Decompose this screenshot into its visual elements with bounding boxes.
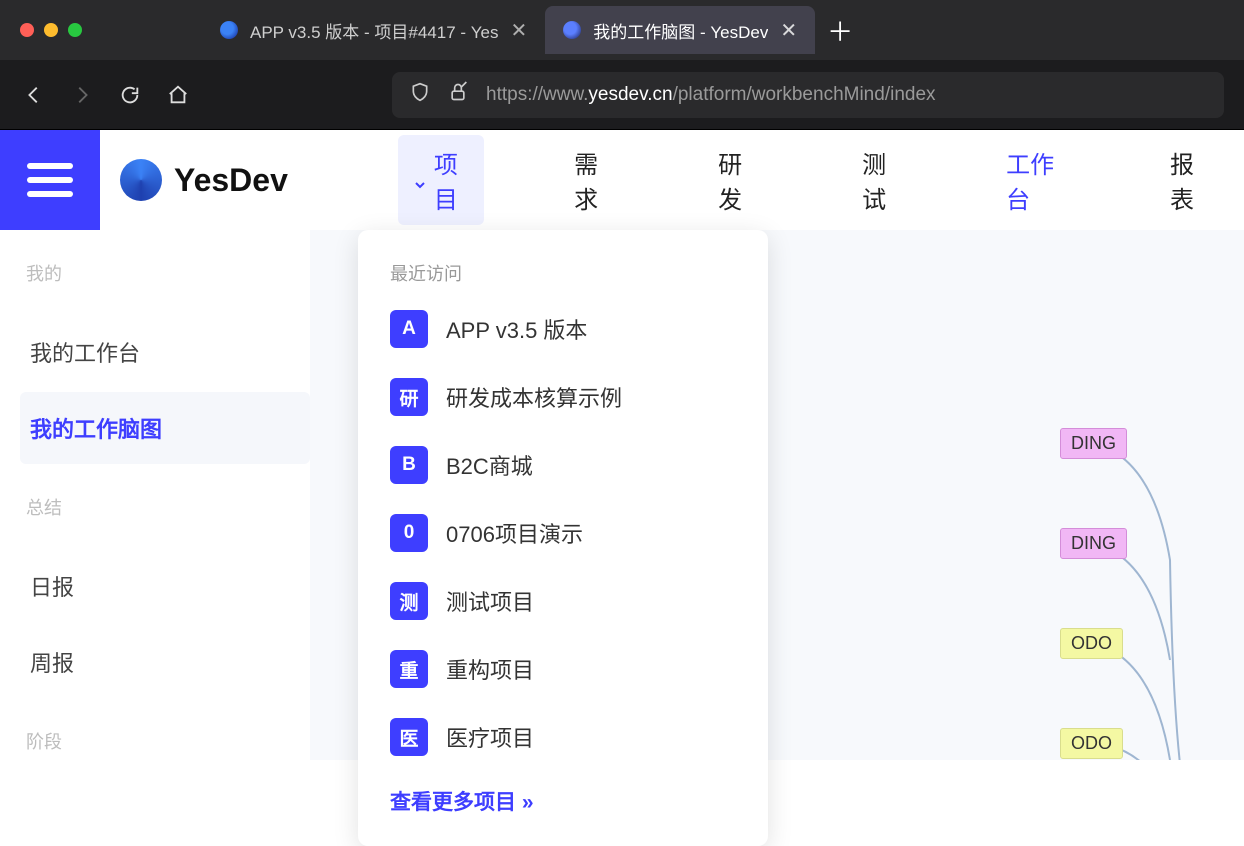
logo-icon xyxy=(120,159,162,201)
mindmap-tag: DING xyxy=(1060,428,1127,459)
sidebar-section-label: 阶段 xyxy=(20,728,310,754)
forward-button[interactable] xyxy=(68,81,96,109)
sidebar-item-workbench[interactable]: 我的工作台 xyxy=(20,316,310,388)
back-button[interactable] xyxy=(20,81,48,109)
url-text: https://www.yesdev.cn/platform/workbench… xyxy=(486,84,936,106)
sidebar: 我的 我的工作台 我的工作脑图 总结 日报 周报 阶段 xyxy=(0,230,310,760)
project-badge: 0 xyxy=(390,514,428,552)
project-name: 重构项目 xyxy=(446,653,534,685)
browser-tab-active[interactable]: 我的工作脑图 - YesDev ✕ xyxy=(545,6,815,54)
project-name: APP v3.5 版本 xyxy=(446,313,587,345)
nav-label: 研发 xyxy=(718,145,758,215)
sidebar-section-label: 总结 xyxy=(20,494,310,520)
window-controls xyxy=(20,23,82,37)
tab-title: APP v3.5 版本 - 项目#4417 - Yes xyxy=(250,18,499,43)
dropdown-item[interactable]: B B2C商城 xyxy=(390,446,736,484)
sidebar-item-label: 我的工作脑图 xyxy=(30,417,162,442)
minimize-window-button[interactable] xyxy=(44,23,58,37)
sidebar-item-label: 日报 xyxy=(30,575,74,600)
close-tab-icon[interactable]: ✕ xyxy=(780,18,797,43)
nav-label: 项目 xyxy=(434,145,470,215)
view-more-projects-link[interactable]: 查看更多项目 » xyxy=(390,786,736,816)
sidebar-section-label: 我的 xyxy=(20,260,310,286)
project-badge: A xyxy=(390,310,428,348)
nav-item-dev[interactable]: 研发 xyxy=(704,135,772,225)
sidebar-item-mindmap[interactable]: 我的工作脑图 xyxy=(20,392,310,464)
mindmap-tag: ODO xyxy=(1060,728,1123,759)
dropdown-item[interactable]: A APP v3.5 版本 xyxy=(390,310,736,348)
project-name: 测试项目 xyxy=(446,585,534,617)
tab-favicon xyxy=(563,21,581,39)
app-logo[interactable]: YesDev xyxy=(120,159,288,201)
nav-label: 工作台 xyxy=(1006,145,1066,215)
project-badge: B xyxy=(390,446,428,484)
reload-button[interactable] xyxy=(116,81,144,109)
nav-item-workbench[interactable]: 工作台 xyxy=(992,135,1080,225)
dropdown-item[interactable]: 重 重构项目 xyxy=(390,650,736,688)
tab-title: 我的工作脑图 - YesDev xyxy=(593,18,768,43)
dropdown-section-label: 最近访问 xyxy=(390,260,736,286)
sidebar-item-weekly[interactable]: 周报 xyxy=(20,626,310,698)
logo-text: YesDev xyxy=(174,162,288,199)
dropdown-item[interactable]: 测 测试项目 xyxy=(390,582,736,620)
projects-dropdown: 最近访问 A APP v3.5 版本 研 研发成本核算示例 B B2C商城 0 … xyxy=(358,230,768,846)
browser-toolbar: https://www.yesdev.cn/platform/workbench… xyxy=(0,60,1244,130)
nav-item-requirements[interactable]: 需求 xyxy=(560,135,628,225)
app-header: YesDev 项目 需求 研发 测试 工作台 报表 xyxy=(100,130,1244,230)
main-nav: 项目 需求 研发 测试 工作台 报表 xyxy=(398,135,1224,225)
project-badge: 研 xyxy=(390,378,428,416)
sidebar-item-label: 周报 xyxy=(30,651,74,676)
nav-item-reports[interactable]: 报表 xyxy=(1156,135,1224,225)
browser-tab-bar: APP v3.5 版本 - 项目#4417 - Yes ✕ 我的工作脑图 - Y… xyxy=(0,0,1244,60)
sidebar-item-label: 我的工作台 xyxy=(30,341,140,366)
chevron-down-icon xyxy=(412,172,428,188)
project-name: 0706项目演示 xyxy=(446,517,583,549)
project-name: 研发成本核算示例 xyxy=(446,381,622,413)
project-name: 医疗项目 xyxy=(446,721,534,753)
dropdown-item[interactable]: 研 研发成本核算示例 xyxy=(390,378,736,416)
nav-label: 报表 xyxy=(1170,145,1210,215)
maximize-window-button[interactable] xyxy=(68,23,82,37)
close-window-button[interactable] xyxy=(20,23,34,37)
dropdown-item[interactable]: 0 0706项目演示 xyxy=(390,514,736,552)
shield-icon xyxy=(410,81,430,109)
mindmap-tag: DING xyxy=(1060,528,1127,559)
project-name: B2C商城 xyxy=(446,449,533,481)
sidebar-item-daily[interactable]: 日报 xyxy=(20,550,310,622)
dropdown-item[interactable]: 医 医疗项目 xyxy=(390,718,736,756)
address-bar[interactable]: https://www.yesdev.cn/platform/workbench… xyxy=(392,72,1224,118)
close-tab-icon[interactable]: ✕ xyxy=(511,18,528,43)
project-badge: 重 xyxy=(390,650,428,688)
lock-icon xyxy=(448,81,468,109)
browser-tab-inactive[interactable]: APP v3.5 版本 - 项目#4417 - Yes ✕ xyxy=(202,6,545,54)
home-button[interactable] xyxy=(164,81,192,109)
nav-item-projects[interactable]: 项目 xyxy=(398,135,484,225)
hamburger-icon xyxy=(27,163,73,197)
nav-item-testing[interactable]: 测试 xyxy=(848,135,916,225)
mindmap-tag: ODO xyxy=(1060,628,1123,659)
project-badge: 测 xyxy=(390,582,428,620)
nav-label: 需求 xyxy=(574,145,614,215)
new-tab-button[interactable]: ＋ xyxy=(815,12,865,49)
nav-label: 测试 xyxy=(862,145,902,215)
menu-toggle-button[interactable] xyxy=(0,130,100,230)
tab-favicon xyxy=(220,21,238,39)
project-badge: 医 xyxy=(390,718,428,756)
